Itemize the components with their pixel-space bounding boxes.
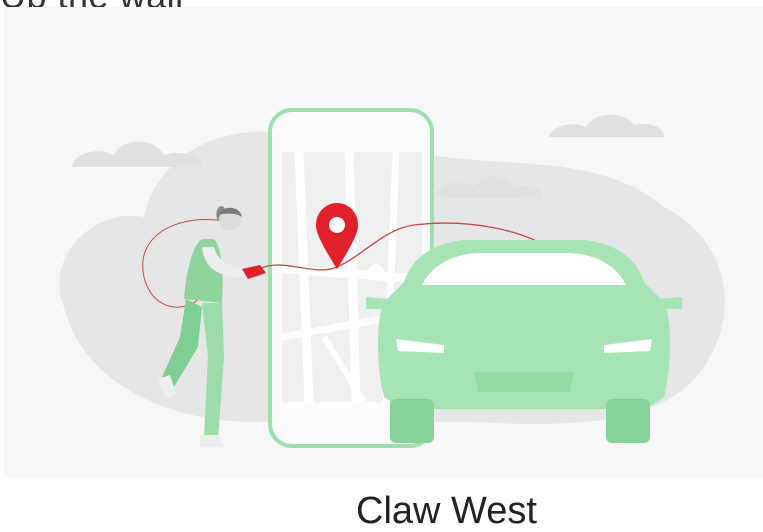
- bottom-clipped-text: Claw West: [356, 490, 537, 532]
- map-roundabout: [368, 264, 384, 280]
- cloud-right: [549, 114, 664, 137]
- cloud-left: [72, 141, 203, 167]
- illustration: [59, 108, 725, 448]
